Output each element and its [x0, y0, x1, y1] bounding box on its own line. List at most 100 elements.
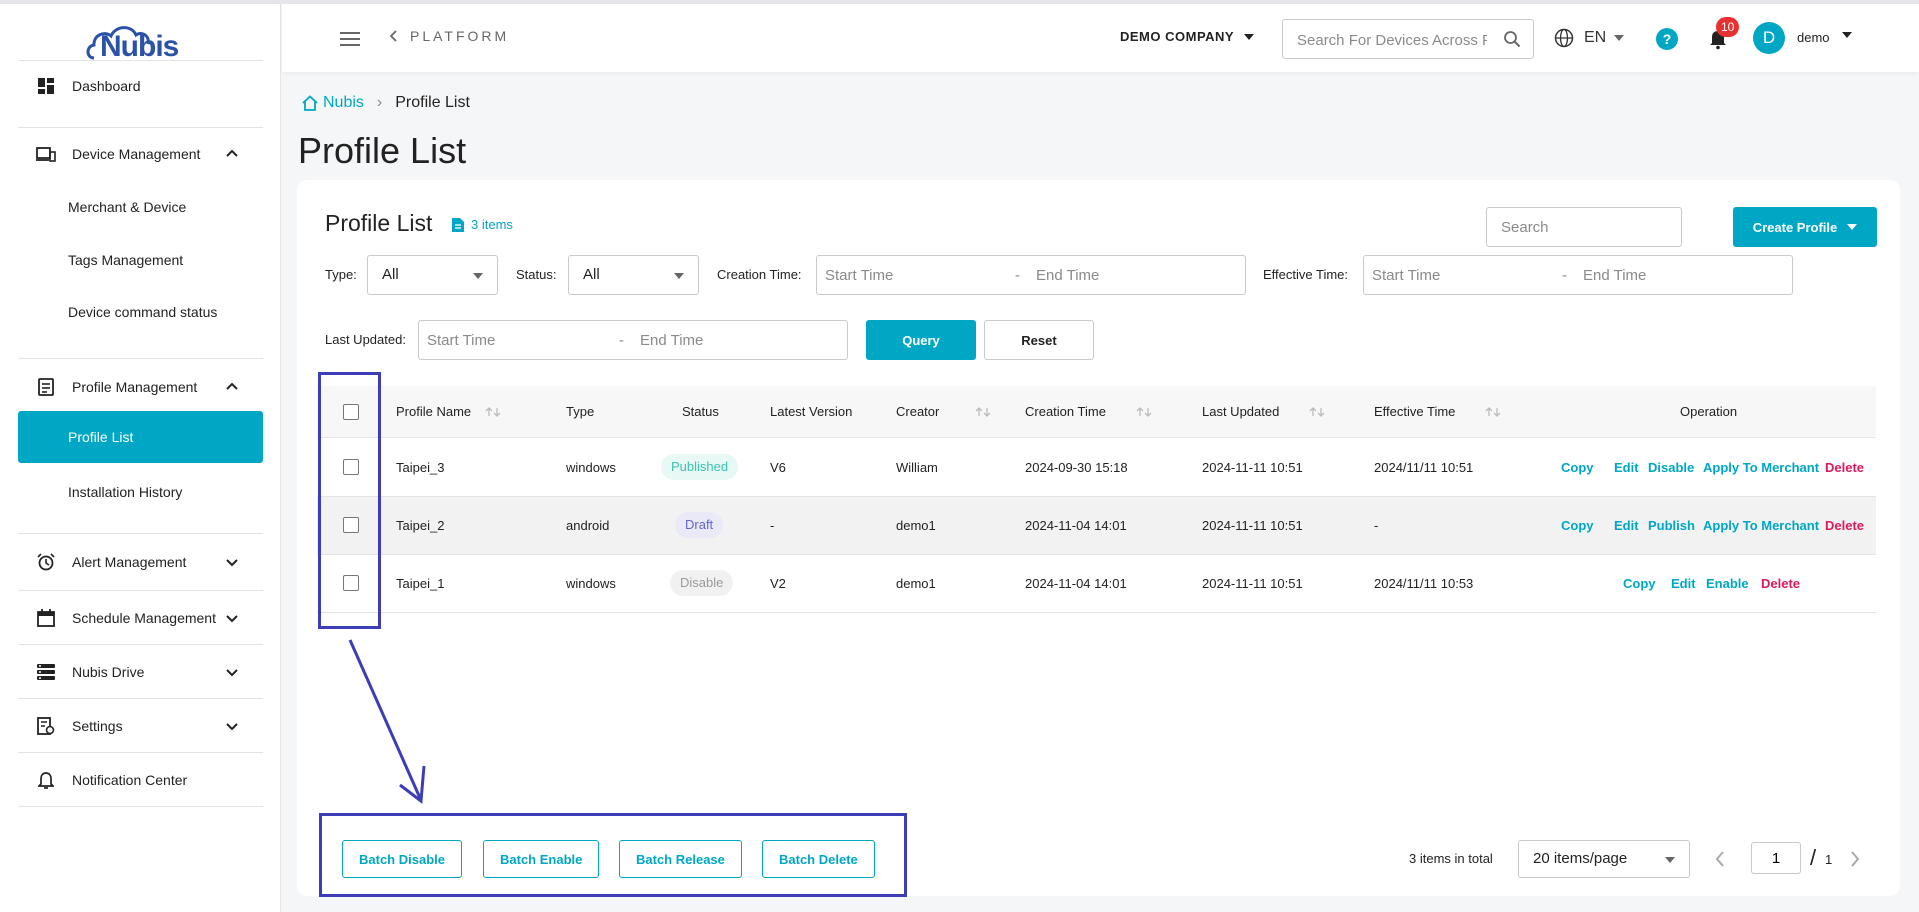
menu-icon[interactable] [340, 32, 360, 47]
sort-icon[interactable] [485, 406, 501, 417]
caret-down-icon[interactable] [1842, 32, 1852, 38]
sidebar-item-notification-center[interactable]: Notification Center [18, 754, 263, 806]
device-search [1282, 19, 1534, 59]
sidebar-item-label: Nubis Drive [72, 664, 145, 680]
profile-name[interactable]: Taipei_2 [396, 518, 444, 533]
sidebar-item-label: Settings [72, 718, 123, 734]
chevron-down-icon[interactable] [223, 553, 241, 571]
batch-disable-button[interactable]: Batch Disable [342, 840, 462, 878]
help-icon[interactable]: ? [1656, 28, 1678, 50]
sort-icon[interactable] [1136, 406, 1152, 417]
chevron-up-icon[interactable] [223, 145, 241, 163]
copy-link[interactable]: Copy [1561, 518, 1594, 533]
delete-link[interactable]: Delete [1825, 518, 1864, 533]
language-selector[interactable]: EN [1554, 28, 1625, 48]
platform-label: PLATFORM [410, 28, 510, 44]
edit-link[interactable]: Edit [1614, 460, 1639, 475]
range-separator: - [619, 332, 624, 349]
delete-link[interactable]: Delete [1761, 576, 1800, 591]
latest-version: V2 [770, 576, 786, 591]
edit-link[interactable]: Edit [1671, 576, 1696, 591]
top-header: PLATFORM DEMO COMPANY EN ? 10 D demo [282, 4, 1919, 72]
sidebar-subitem-tags-management[interactable]: Tags Management [18, 234, 263, 286]
sidebar-item-alert-management[interactable]: Alert Management [18, 536, 263, 588]
document-icon [452, 217, 464, 232]
company-selector[interactable]: DEMO COMPANY [1120, 29, 1255, 44]
delete-link[interactable]: Delete [1825, 460, 1864, 475]
effective-time: - [1374, 518, 1379, 533]
chevron-right-icon[interactable] [1849, 850, 1861, 868]
nubis-logo[interactable]: Nubis [84, 18, 180, 66]
table-search-input[interactable] [1486, 207, 1682, 247]
chevron-down-icon[interactable] [223, 663, 241, 681]
type-filter-select[interactable]: All [367, 255, 498, 295]
chevron-down-icon[interactable] [223, 717, 241, 735]
nav-divider [18, 533, 263, 534]
reset-button[interactable]: Reset [984, 320, 1094, 360]
create-profile-button[interactable]: Create Profile [1733, 207, 1877, 247]
profile-name[interactable]: Taipei_3 [396, 460, 444, 475]
platform-back-link[interactable]: PLATFORM [390, 28, 509, 44]
last-updated: 2024-11-11 10:51 [1202, 576, 1303, 591]
home-icon [302, 95, 318, 111]
page-number-input[interactable] [1751, 842, 1801, 874]
username[interactable]: demo [1797, 30, 1830, 45]
column-creation-time[interactable]: Creation Time [1025, 404, 1152, 419]
creation-time: 2024-09-30 15:18 [1025, 460, 1128, 475]
creation-time-range[interactable]: Start Time - End Time [816, 255, 1246, 295]
sidebar-subitem-device-command-status[interactable]: Device command status [18, 286, 263, 338]
sidebar-item-nubis-drive[interactable]: Nubis Drive [18, 646, 263, 698]
copy-link[interactable]: Copy [1623, 576, 1656, 591]
breadcrumb-home[interactable]: Nubis [302, 94, 364, 112]
sort-icon[interactable] [1309, 406, 1325, 417]
sort-icon[interactable] [975, 406, 991, 417]
column-last-updated[interactable]: Last Updated [1202, 404, 1325, 419]
last-updated-range[interactable]: Start Time - End Time [418, 320, 848, 360]
chevron-up-icon[interactable] [223, 378, 241, 396]
sidebar-item-profile-management[interactable]: Profile Management [18, 361, 263, 413]
globe-icon [1554, 28, 1574, 48]
status-filter-label: Status: [516, 267, 557, 282]
sidebar-subitem-installation-history[interactable]: Installation History [18, 466, 263, 518]
batch-enable-button[interactable]: Batch Enable [483, 840, 600, 878]
avatar[interactable]: D [1753, 22, 1785, 54]
apply-to-merchant-link[interactable]: Apply To Merchant [1703, 518, 1819, 533]
sidebar-subitem-merchant-device[interactable]: Merchant & Device [18, 181, 263, 233]
profile-icon [36, 377, 56, 397]
search-icon[interactable] [1503, 30, 1521, 48]
copy-link[interactable]: Copy [1561, 460, 1594, 475]
sidebar-item-label: Dashboard [72, 78, 141, 94]
column-effective-time[interactable]: Effective Time [1374, 404, 1501, 419]
sidebar-subitem-profile-list[interactable]: Profile List [18, 411, 263, 463]
column-profile-name[interactable]: Profile Name [396, 404, 501, 419]
chevron-left-icon[interactable] [1714, 850, 1726, 868]
page-size-select[interactable]: 20 items/page [1518, 840, 1690, 878]
nav-divider [18, 752, 263, 753]
creation-end-placeholder: End Time [1036, 267, 1100, 284]
device-search-input[interactable] [1297, 30, 1487, 50]
column-creator[interactable]: Creator [896, 404, 991, 419]
table-header: Profile Name Type Status Latest Version … [317, 386, 1876, 438]
chevron-down-icon[interactable] [223, 609, 241, 627]
batch-delete-button[interactable]: Batch Delete [762, 840, 875, 878]
sort-icon[interactable] [1485, 406, 1501, 417]
effective-time: 2024/11/11 10:51 [1374, 460, 1474, 475]
query-button[interactable]: Query [866, 320, 976, 360]
publish-link[interactable]: Publish [1648, 518, 1695, 533]
profile-name[interactable]: Taipei_1 [396, 576, 444, 591]
creation-time: 2024-11-04 14:01 [1025, 518, 1127, 533]
column-type: Type [566, 404, 595, 419]
sidebar-item-label: Schedule Management [72, 610, 216, 626]
enable-link[interactable]: Enable [1706, 576, 1749, 591]
sidebar-item-schedule-management[interactable]: Schedule Management [18, 592, 263, 644]
apply-to-merchant-link[interactable]: Apply To Merchant [1703, 460, 1819, 475]
effective-time-range[interactable]: Start Time - End Time [1363, 255, 1793, 295]
status-badge: Disable [670, 570, 734, 596]
edit-link[interactable]: Edit [1614, 518, 1639, 533]
sidebar-item-dashboard[interactable]: Dashboard [18, 60, 263, 112]
status-filter-select[interactable]: All [568, 255, 699, 295]
sidebar-item-device-management[interactable]: Device Management [18, 128, 263, 180]
disable-link[interactable]: Disable [1648, 460, 1694, 475]
batch-release-button[interactable]: Batch Release [619, 840, 742, 878]
sidebar-item-settings[interactable]: Settings [18, 700, 263, 752]
